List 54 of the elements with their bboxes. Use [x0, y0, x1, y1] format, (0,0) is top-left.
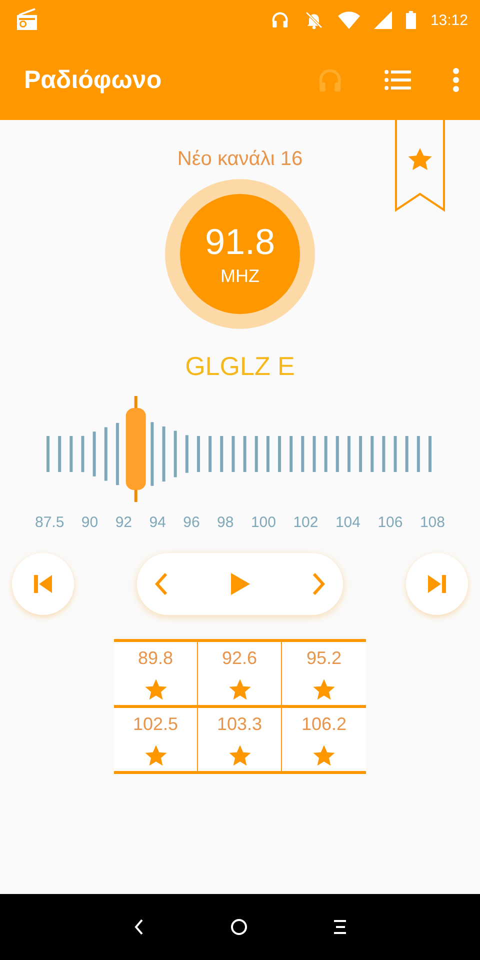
frequency-value: 91.8: [204, 222, 276, 262]
preset-frequency: 106.2: [301, 714, 347, 735]
star-icon[interactable]: [144, 745, 166, 767]
star-icon[interactable]: [313, 745, 335, 767]
step-forward-button[interactable]: [311, 572, 327, 596]
app-title: Ραδιόφωνο: [24, 66, 163, 94]
wifi-icon: [338, 11, 360, 29]
skip-next-button[interactable]: [406, 553, 468, 615]
scale-label: 87.5: [35, 514, 64, 531]
list-button[interactable]: [384, 68, 412, 92]
tuner-thumb[interactable]: [126, 396, 146, 502]
rds-text: GLGLZ E: [185, 351, 295, 382]
preset-tile[interactable]: 103.3: [198, 708, 282, 774]
scale-label: 94: [149, 514, 166, 531]
scale-label: 92: [115, 514, 132, 531]
scale-label: 100: [250, 514, 276, 531]
clock: 13:12: [430, 12, 468, 28]
station-name: Νέο κανάλι 16: [177, 148, 303, 171]
preset-frequency: 92.6: [222, 648, 258, 669]
preset-frequency: 89.8: [138, 648, 174, 669]
headset-icon: [270, 10, 290, 30]
preset-tile[interactable]: 92.6: [198, 642, 282, 708]
signal-icon: [374, 11, 392, 29]
frequency-unit: MHZ: [220, 266, 260, 286]
menu-icon[interactable]: [333, 919, 348, 935]
scale-label: 108: [420, 514, 445, 531]
scale-label: 104: [335, 514, 360, 531]
star-icon[interactable]: [228, 745, 250, 767]
skip-previous-button[interactable]: [12, 553, 74, 615]
star-icon[interactable]: [228, 679, 250, 701]
preset-tile[interactable]: 89.8: [114, 642, 198, 708]
headphones-button[interactable]: [316, 66, 344, 94]
step-back-button[interactable]: [153, 572, 169, 596]
scale-label: 106: [378, 514, 403, 531]
skip-next-icon: [425, 572, 449, 596]
back-icon[interactable]: [132, 918, 145, 936]
star-icon[interactable]: [313, 679, 335, 701]
scale-label: 98: [217, 514, 234, 531]
scale-label: 102: [293, 514, 318, 531]
scale-label: 90: [81, 514, 98, 531]
preset-tile[interactable]: 102.5: [114, 708, 198, 774]
muted-bell-icon: [304, 10, 324, 30]
more-options-button[interactable]: [452, 67, 460, 93]
star-icon[interactable]: [144, 679, 166, 701]
play-button[interactable]: [229, 572, 251, 596]
scale-label: 96: [183, 514, 200, 531]
radio-icon: [14, 8, 40, 32]
skip-previous-icon: [31, 572, 55, 596]
favorite-bookmark[interactable]: [395, 120, 445, 212]
home-icon[interactable]: [230, 918, 248, 936]
preset-frequency: 102.5: [132, 714, 178, 735]
preset-frequency: 103.3: [216, 714, 262, 735]
battery-icon: [406, 11, 416, 29]
preset-frequency: 95.2: [306, 648, 342, 669]
